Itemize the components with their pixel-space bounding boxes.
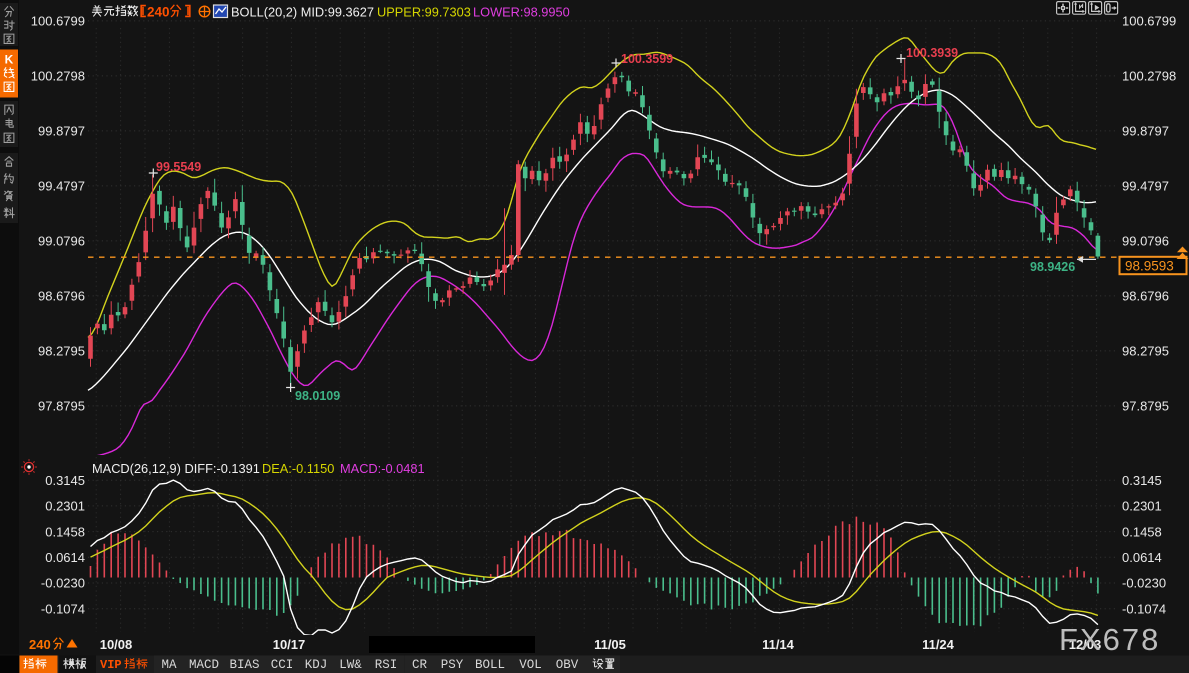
svg-text:MACD(26,12,9) DIFF:-0.1391: MACD(26,12,9) DIFF:-0.1391 [92,461,260,476]
svg-text:0.3145: 0.3145 [1122,473,1162,488]
svg-text:MACD:-0.0481: MACD:-0.0481 [340,461,425,476]
svg-text:DEA:-0.1150: DEA:-0.1150 [262,461,334,476]
svg-text:0.2301: 0.2301 [1122,499,1162,514]
svg-text:100.2798: 100.2798 [31,69,85,84]
svg-text:PSY: PSY [441,658,464,672]
svg-text:CCI: CCI [271,658,294,672]
svg-text:RSI: RSI [375,658,398,672]
svg-text:VOL: VOL [519,658,542,672]
svg-text:98.9426: 98.9426 [1030,260,1075,274]
svg-text:-0.0230: -0.0230 [41,576,85,591]
svg-text:CR: CR [412,658,428,672]
svg-text:LOWER:98.9950: LOWER:98.9950 [473,5,570,20]
svg-text:BOLL(20,2) MID:99.3627: BOLL(20,2) MID:99.3627 [231,5,374,20]
svg-text:99.8797: 99.8797 [1122,124,1169,139]
svg-text:98.0109: 98.0109 [295,389,340,403]
svg-text:-0.1074: -0.1074 [41,601,85,616]
svg-text:0.0614: 0.0614 [1122,550,1162,565]
svg-text:MA: MA [161,658,177,672]
svg-text:0.1458: 0.1458 [45,524,85,539]
svg-text:11/05: 11/05 [594,637,626,652]
svg-text:97.8795: 97.8795 [1122,399,1169,414]
svg-text:0.0614: 0.0614 [45,550,85,565]
svg-text:11/14: 11/14 [762,637,795,652]
svg-text:UPPER:99.7303: UPPER:99.7303 [377,5,471,20]
svg-text:FX678: FX678 [1059,622,1160,657]
svg-text:99.4797: 99.4797 [38,179,85,194]
svg-text:100.2798: 100.2798 [1122,69,1176,84]
svg-text:99.8797: 99.8797 [38,124,85,139]
svg-text:98.2795: 98.2795 [1122,344,1169,359]
svg-text:0.1458: 0.1458 [1122,524,1162,539]
svg-text:0.3145: 0.3145 [45,473,85,488]
svg-text:100.6799: 100.6799 [1122,14,1176,29]
svg-text:-0.0230: -0.0230 [1122,576,1166,591]
svg-text:BOLL: BOLL [475,658,505,672]
svg-text:98.6796: 98.6796 [38,289,85,304]
svg-text:11/24: 11/24 [922,637,955,652]
svg-text:99.0796: 99.0796 [38,234,85,249]
svg-text:0.2301: 0.2301 [45,499,85,514]
svg-text:99.4797: 99.4797 [1122,179,1169,194]
svg-text:99.0796: 99.0796 [1122,234,1169,249]
svg-text:99.5549: 99.5549 [156,160,201,174]
svg-text:100.3599: 100.3599 [621,52,673,66]
svg-text:98.9593: 98.9593 [1125,259,1174,274]
svg-text:10/08: 10/08 [100,637,133,652]
svg-text:98.6796: 98.6796 [1122,289,1169,304]
svg-text:K: K [5,53,14,67]
svg-text:LW&: LW& [339,658,362,672]
svg-text:98.2795: 98.2795 [38,344,85,359]
svg-text:-0.1074: -0.1074 [1122,601,1166,616]
svg-text:BIAS: BIAS [229,658,259,672]
svg-text:OBV: OBV [556,658,579,672]
svg-text:240: 240 [29,637,51,652]
svg-text:KDJ: KDJ [305,658,328,672]
svg-text:VIP: VIP [100,658,122,672]
svg-text:10/17: 10/17 [273,637,306,652]
svg-text:MACD: MACD [189,658,219,672]
svg-text:97.8795: 97.8795 [38,399,85,414]
svg-text:240: 240 [147,5,170,20]
svg-text:100.6799: 100.6799 [31,14,85,29]
svg-text:100.3939: 100.3939 [906,46,958,60]
